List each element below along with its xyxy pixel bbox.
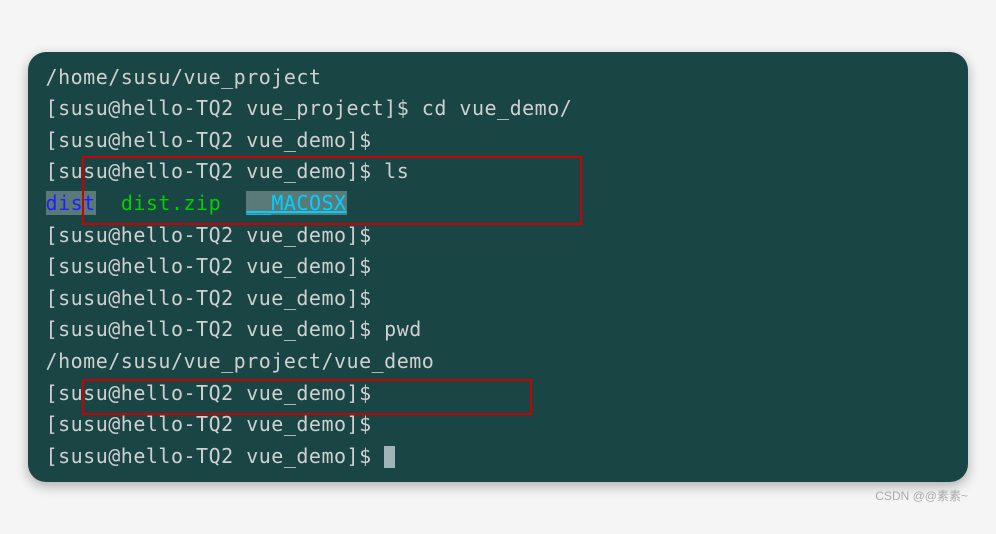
prompt-line-cursor: [susu@hello-TQ2 vue_demo]$	[33, 441, 963, 473]
prompt: [susu@hello-TQ2 vue_demo]$	[46, 128, 385, 152]
output-pwd1: /home/susu/vue_project	[33, 62, 963, 94]
prompt-line-empty: [susu@hello-TQ2 vue_demo]$	[33, 220, 963, 252]
watermark: CSDN @@素素~	[875, 487, 968, 504]
command-cd: cd vue_demo/	[422, 96, 573, 120]
prompt-line-empty: [susu@hello-TQ2 vue_demo]$	[33, 409, 963, 441]
ls-output: dist dist.zip __MACOSX	[33, 188, 963, 220]
prompt-line-empty: [susu@hello-TQ2 vue_demo]$	[33, 125, 963, 157]
command-ls: ls	[384, 159, 409, 183]
prompt: [susu@hello-TQ2 vue_demo]$	[46, 159, 385, 183]
prompt: [susu@hello-TQ2 vue_demo]$	[46, 444, 385, 468]
prompt-line-empty: [susu@hello-TQ2 vue_demo]$	[33, 378, 963, 410]
prompt: [susu@hello-TQ2 vue_demo]$	[46, 223, 385, 247]
prompt-line-ls: [susu@hello-TQ2 vue_demo]$ ls	[33, 156, 963, 188]
prompt-line-cd: [susu@hello-TQ2 vue_project]$ cd vue_dem…	[33, 93, 963, 125]
ls-file-distzip: dist.zip	[121, 191, 221, 215]
prompt: [susu@hello-TQ2 vue_demo]$	[46, 286, 385, 310]
ls-dir-dist: dist	[46, 191, 96, 215]
prompt: [susu@hello-TQ2 vue_project]$	[46, 96, 422, 120]
prompt: [susu@hello-TQ2 vue_demo]$	[46, 412, 385, 436]
ls-dir-macosx: __MACOSX	[246, 191, 346, 215]
prompt-line-pwd: [susu@hello-TQ2 vue_demo]$ pwd	[33, 314, 963, 346]
output-pwd2: /home/susu/vue_project/vue_demo	[33, 346, 963, 378]
prompt: [susu@hello-TQ2 vue_demo]$	[46, 317, 385, 341]
prompt-line-empty: [susu@hello-TQ2 vue_demo]$	[33, 251, 963, 283]
cursor-icon	[384, 446, 395, 468]
terminal-window[interactable]: /home/susu/vue_project [susu@hello-TQ2 v…	[28, 52, 968, 483]
command-pwd: pwd	[384, 317, 422, 341]
prompt-line-empty: [susu@hello-TQ2 vue_demo]$	[33, 283, 963, 315]
prompt: [susu@hello-TQ2 vue_demo]$	[46, 254, 385, 278]
prompt: [susu@hello-TQ2 vue_demo]$	[46, 381, 385, 405]
